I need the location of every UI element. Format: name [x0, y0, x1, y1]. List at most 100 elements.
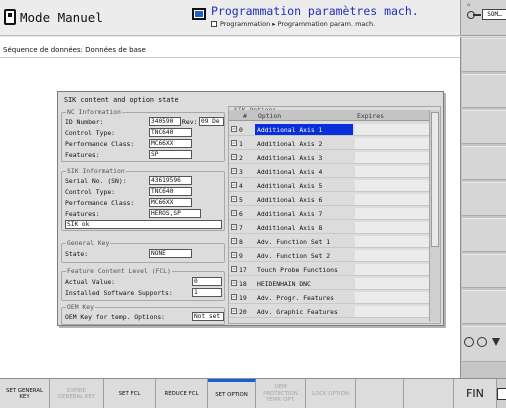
option-row[interactable]: ☒ 4 Additional Axis 5 [229, 179, 429, 192]
fin-button[interactable]: FIN [454, 379, 497, 408]
option-row[interactable]: ☒ 20 Adv. Graphic Features [229, 305, 429, 318]
option-name[interactable]: Adv. Graphic Features [255, 306, 353, 317]
sik-dialog: SIK content and option state NC Informat… [57, 91, 444, 326]
state-value: NONE [149, 249, 192, 258]
id-number-label: ID Number: [65, 118, 104, 126]
option-checkbox: ☒ [231, 280, 237, 286]
performance-class-label: Performance Class: [65, 140, 135, 148]
scrollbar-thumb[interactable] [431, 112, 439, 247]
option-name[interactable]: Additional Axis 7 [255, 208, 353, 219]
option-expires [355, 222, 429, 233]
general-key-group: General Key State: NONE [61, 239, 225, 263]
option-row[interactable]: ☒ 1 Additional Axis 2 [229, 137, 429, 150]
vertical-softkey-8[interactable] [462, 290, 506, 324]
vertical-softkey-6[interactable] [462, 218, 506, 252]
option-name[interactable]: Touch Probe Functions [255, 264, 353, 275]
option-number: 19 [239, 294, 247, 302]
option-name[interactable]: Adv. Function Set 2 [255, 250, 353, 261]
vertical-softkey-5[interactable] [462, 182, 506, 216]
option-name[interactable]: Additional Axis 2 [255, 138, 353, 149]
sik-options-group: SIK Options # Option Expires ☒0Additiona… [228, 106, 441, 324]
home-icon: ⌂ [467, 2, 471, 8]
softkey-empty-2[interactable] [404, 379, 454, 408]
oem-key-value: Not set [192, 312, 224, 321]
vertical-softkey-2[interactable] [462, 74, 506, 108]
sequence-label: Séquence de données: Données de base [3, 46, 146, 54]
option-expires [355, 180, 429, 191]
installed-software-field: 1 [192, 288, 222, 297]
control-type-value: TNC640 [149, 187, 192, 196]
features-value: HEROS,SP [149, 209, 201, 218]
breadcrumb-item: Programmation param. mach. [277, 20, 376, 28]
lock-option-button[interactable]: LOCK OPTION [306, 379, 356, 408]
option-name[interactable]: Adv. Function Set 1 [255, 236, 353, 247]
set-general-key-button[interactable]: SET GENERAL KEY [0, 379, 50, 408]
reduce-fcl-button[interactable]: REDUCE FCL [156, 379, 208, 408]
mode-label: Mode Manuel [20, 10, 103, 25]
option-number: 4 [239, 182, 243, 190]
performance-class-label: Performance Class: [65, 199, 135, 207]
features-label: Features: [65, 151, 100, 159]
option-name[interactable]: HEIDENHAIN DNC [255, 278, 353, 289]
set-fcl-button[interactable]: SET FCL [104, 379, 156, 408]
option-name[interactable]: Additional Axis 4 [255, 166, 353, 177]
option-row[interactable]: ☒ 8 Adv. Function Set 1 [229, 235, 429, 248]
option-number: 8 [239, 238, 243, 246]
vertical-softkey-4[interactable] [462, 146, 506, 180]
options-scrollbar[interactable] [429, 110, 440, 322]
option-row[interactable]: ☒ 2 Additional Axis 3 [229, 151, 429, 164]
option-expires [355, 194, 429, 205]
option-checkbox: ☒ [231, 266, 237, 272]
option-expires [355, 208, 429, 219]
option-checkbox: ☒ [231, 196, 237, 202]
option-name[interactable]: Additional Axis 3 [255, 152, 353, 163]
breadcrumb: Programmation ▸ Programmation param. mac… [211, 20, 375, 28]
oem-protection-button[interactable]: OEM PROTECTION TEMP. OPT. [256, 379, 306, 408]
sik-status-field: SIK ok [65, 220, 222, 229]
option-row[interactable]: ☒ 18 HEIDENHAIN DNC [229, 277, 429, 290]
features-label: Features: [65, 210, 100, 218]
option-number: 2 [239, 154, 243, 162]
option-checkbox: ☒ [231, 182, 237, 188]
operating-mode-icon [4, 9, 16, 25]
column-header-number: # [243, 112, 247, 120]
option-name[interactable]: Additional Axis 5 [255, 180, 353, 191]
group-title: NC Information [66, 108, 122, 116]
control-type-value: TNC640 [149, 128, 192, 137]
option-expires [355, 138, 429, 149]
expire-general-key-button[interactable]: EXPIRE GENERAL KEY [50, 379, 104, 408]
vertical-softkey-7[interactable] [462, 254, 506, 288]
option-name[interactable]: Additional Axis 1 [255, 124, 353, 135]
programming-icon [192, 8, 206, 20]
option-checkbox: ☒ [231, 308, 237, 314]
option-row[interactable]: ☒ 3 Additional Axis 4 [229, 165, 429, 178]
option-row[interactable]: ☒ 0 Additional Axis 1 [229, 123, 429, 136]
option-row[interactable]: ☒ 9 Adv. Function Set 2 [229, 249, 429, 262]
option-name[interactable]: Additional Axis 8 [255, 222, 353, 233]
options-table-header: # Option Expires [229, 110, 429, 121]
option-name[interactable]: Additional Axis 6 [255, 194, 353, 205]
group-title: OEM Key [66, 303, 95, 311]
rev-label: Rev: [182, 118, 198, 126]
option-number: 17 [239, 266, 247, 274]
set-option-button[interactable]: SET OPTION [208, 379, 256, 408]
softbar-switch-key[interactable] [462, 326, 506, 362]
option-row[interactable]: ☒ 17 Touch Probe Functions [229, 263, 429, 276]
breadcrumb-item: Programmation [220, 20, 271, 28]
option-expires [355, 166, 429, 177]
softkey-empty-1[interactable] [356, 379, 404, 408]
option-number: 20 [239, 308, 247, 316]
vertical-softkey-3[interactable] [462, 110, 506, 144]
installed-software-label: Installed Software Supports: [65, 289, 173, 297]
option-row[interactable]: ☒ 19 Adv. Progr. Features [229, 291, 429, 304]
option-checkbox: ☒ [231, 294, 237, 300]
option-row[interactable]: ☒ 7 Additional Axis 8 [229, 221, 429, 234]
option-name[interactable]: Adv. Progr. Features [255, 292, 353, 303]
option-checkbox: ☒ [231, 252, 237, 258]
serial-number-label: Serial No. (SN): [65, 177, 127, 185]
option-row[interactable]: ☒ 5 Additional Axis 6 [229, 193, 429, 206]
rev-value: 09 De [199, 117, 224, 126]
option-row[interactable]: ☒ 6 Additional Axis 7 [229, 207, 429, 220]
option-expires [355, 278, 429, 289]
vertical-softkey-1[interactable] [462, 38, 506, 72]
